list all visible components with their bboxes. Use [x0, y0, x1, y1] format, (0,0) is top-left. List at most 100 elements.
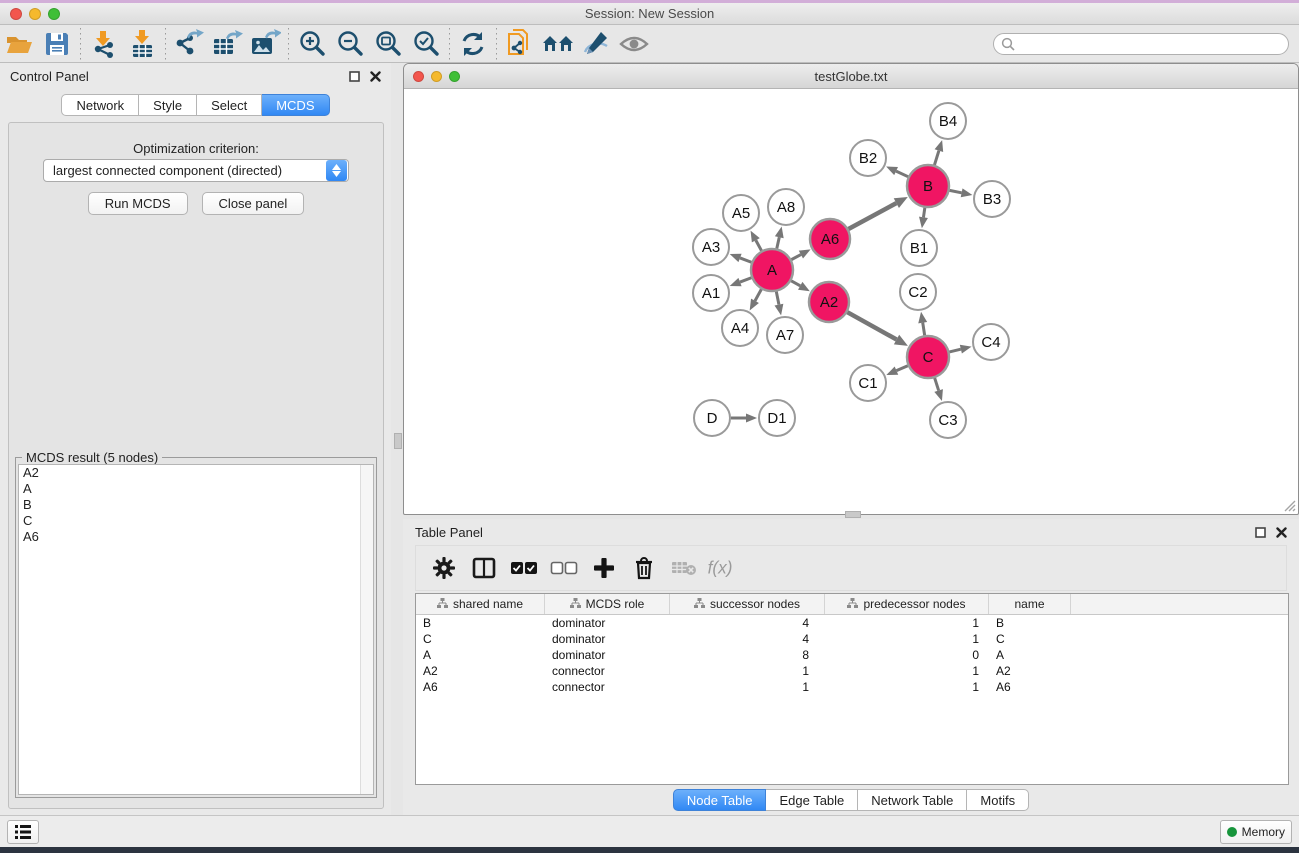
close-panel-button[interactable]: Close panel: [202, 192, 305, 215]
graph-node-B2[interactable]: B2: [850, 140, 886, 176]
export-network-button[interactable]: [170, 27, 208, 61]
graph-edge-B-B2[interactable]: [886, 166, 908, 176]
zoom-fit-button[interactable]: [369, 27, 407, 61]
table-row[interactable]: A6connector11A6: [416, 679, 1288, 695]
graph-edge-A-A6[interactable]: [791, 249, 810, 259]
graph-edge-B-B3[interactable]: [950, 188, 973, 197]
annotation-pen-button[interactable]: [577, 27, 615, 61]
graph-node-A1[interactable]: A1: [693, 275, 729, 311]
table-divider-handle[interactable]: [845, 511, 861, 518]
zoom-selected-button[interactable]: [407, 27, 445, 61]
import-table-button[interactable]: [123, 27, 161, 61]
run-mcds-button[interactable]: Run MCDS: [88, 192, 188, 215]
result-item[interactable]: B: [19, 497, 373, 513]
graph-node-A5[interactable]: A5: [723, 195, 759, 231]
column-header-MCDS-role[interactable]: MCDS role: [545, 594, 670, 614]
graph-node-A4[interactable]: A4: [722, 310, 758, 346]
network-window-titlebar[interactable]: testGlobe.txt: [404, 64, 1298, 89]
graph-node-B3[interactable]: B3: [974, 181, 1010, 217]
export-table-button[interactable]: [208, 27, 246, 61]
optimization-select[interactable]: largest connected component (directed): [43, 159, 349, 182]
graph-node-C1[interactable]: C1: [850, 365, 886, 401]
table-settings-button[interactable]: [426, 550, 462, 586]
open-session-button[interactable]: [0, 27, 38, 61]
tab-select[interactable]: Select: [197, 94, 262, 116]
import-network-button[interactable]: [85, 27, 123, 61]
tab-node-table[interactable]: Node Table: [673, 789, 767, 811]
graph-edge-A2-C[interactable]: [847, 312, 908, 346]
export-image-button[interactable]: [246, 27, 284, 61]
homes-button[interactable]: [539, 27, 577, 61]
show-panels-button[interactable]: [7, 820, 39, 844]
column-header-name[interactable]: name: [989, 594, 1071, 614]
graph-edge-B-B4[interactable]: [934, 140, 943, 165]
graph-edge-A-A7[interactable]: [775, 292, 784, 316]
tab-style[interactable]: Style: [139, 94, 197, 116]
graph-node-D1[interactable]: D1: [759, 400, 795, 436]
graph-node-B4[interactable]: B4: [930, 103, 966, 139]
zoom-out-button[interactable]: [331, 27, 369, 61]
tab-network[interactable]: Network: [61, 94, 139, 116]
graph-node-A7[interactable]: A7: [767, 317, 803, 353]
memory-button[interactable]: Memory: [1220, 820, 1292, 844]
graph-node-A2[interactable]: A2: [809, 282, 849, 322]
add-column-button[interactable]: [586, 550, 622, 586]
search-box[interactable]: [993, 33, 1289, 55]
result-item[interactable]: A: [19, 481, 373, 497]
graph-node-C3[interactable]: C3: [930, 402, 966, 438]
delete-columns-button[interactable]: [626, 550, 662, 586]
tab-mcds[interactable]: MCDS: [262, 94, 329, 116]
result-scrollbar[interactable]: [360, 465, 373, 794]
select-all-columns-button[interactable]: [506, 550, 542, 586]
graph-edge-B-B1[interactable]: [919, 208, 928, 228]
column-header-predecessor-nodes[interactable]: predecessor nodes: [825, 594, 989, 614]
split-panel-button[interactable]: [466, 550, 502, 586]
float-table-panel-icon[interactable]: [1255, 527, 1266, 538]
graph-node-D[interactable]: D: [694, 400, 730, 436]
graph-edge-A-A5[interactable]: [751, 231, 762, 251]
graph-node-A[interactable]: A: [751, 249, 793, 291]
graph-edge-A-A4[interactable]: [750, 289, 762, 310]
result-item[interactable]: A2: [19, 465, 373, 481]
result-item[interactable]: C: [19, 513, 373, 529]
graph-edge-C-C3[interactable]: [934, 378, 943, 401]
table-row[interactable]: A2connector11A2: [416, 663, 1288, 679]
resize-grip-icon[interactable]: [1282, 498, 1296, 512]
graph-edge-A6-B[interactable]: [848, 197, 907, 229]
clone-network-button[interactable]: [501, 27, 539, 61]
graph-edge-C-C1[interactable]: [886, 366, 907, 375]
graph-node-C4[interactable]: C4: [973, 324, 1009, 360]
tab-motifs[interactable]: Motifs: [967, 789, 1029, 811]
table-row[interactable]: Bdominator41B: [416, 615, 1288, 631]
float-panel-icon[interactable]: [349, 71, 360, 82]
graph-edge-A-A3[interactable]: [730, 254, 752, 263]
search-input[interactable]: [1015, 37, 1288, 51]
show-hide-graphics-button[interactable]: [615, 27, 653, 61]
result-item[interactable]: A6: [19, 529, 373, 545]
table-row[interactable]: Adominator80A: [416, 647, 1288, 663]
unselect-all-columns-button[interactable]: [546, 550, 582, 586]
graph-node-A8[interactable]: A8: [768, 189, 804, 225]
tab-edge-table[interactable]: Edge Table: [766, 789, 858, 811]
graph-node-A3[interactable]: A3: [693, 229, 729, 265]
graph-node-B1[interactable]: B1: [901, 230, 937, 266]
graph-edge-C-C2[interactable]: [918, 312, 927, 335]
graph-edge-D-D1[interactable]: [731, 414, 757, 423]
graph-edge-A-A8[interactable]: [775, 227, 784, 249]
save-session-button[interactable]: [38, 27, 76, 61]
graph-node-C2[interactable]: C2: [900, 274, 936, 310]
close-panel-icon[interactable]: [370, 71, 381, 82]
graph-edge-A-A1[interactable]: [730, 278, 752, 287]
tab-network-table[interactable]: Network Table: [858, 789, 967, 811]
column-header-shared-name[interactable]: shared name: [416, 594, 545, 614]
graph-edge-C-C4[interactable]: [949, 345, 971, 354]
column-header-successor-nodes[interactable]: successor nodes: [670, 594, 825, 614]
panel-divider-handle[interactable]: [394, 433, 402, 449]
graph-node-C[interactable]: C: [907, 336, 949, 378]
graph-node-A6[interactable]: A6: [810, 219, 850, 259]
network-canvas[interactable]: B4 B2 B B3 A5A8A6 A3 A B1 A1 C2 A4A7A2 C C4 C1 C3 D D1: [405, 90, 1297, 513]
table-row[interactable]: Cdominator41C: [416, 631, 1288, 647]
close-table-panel-icon[interactable]: [1276, 527, 1287, 538]
graph-node-B[interactable]: B: [907, 165, 949, 207]
graph-edge-A-A2[interactable]: [791, 281, 810, 291]
